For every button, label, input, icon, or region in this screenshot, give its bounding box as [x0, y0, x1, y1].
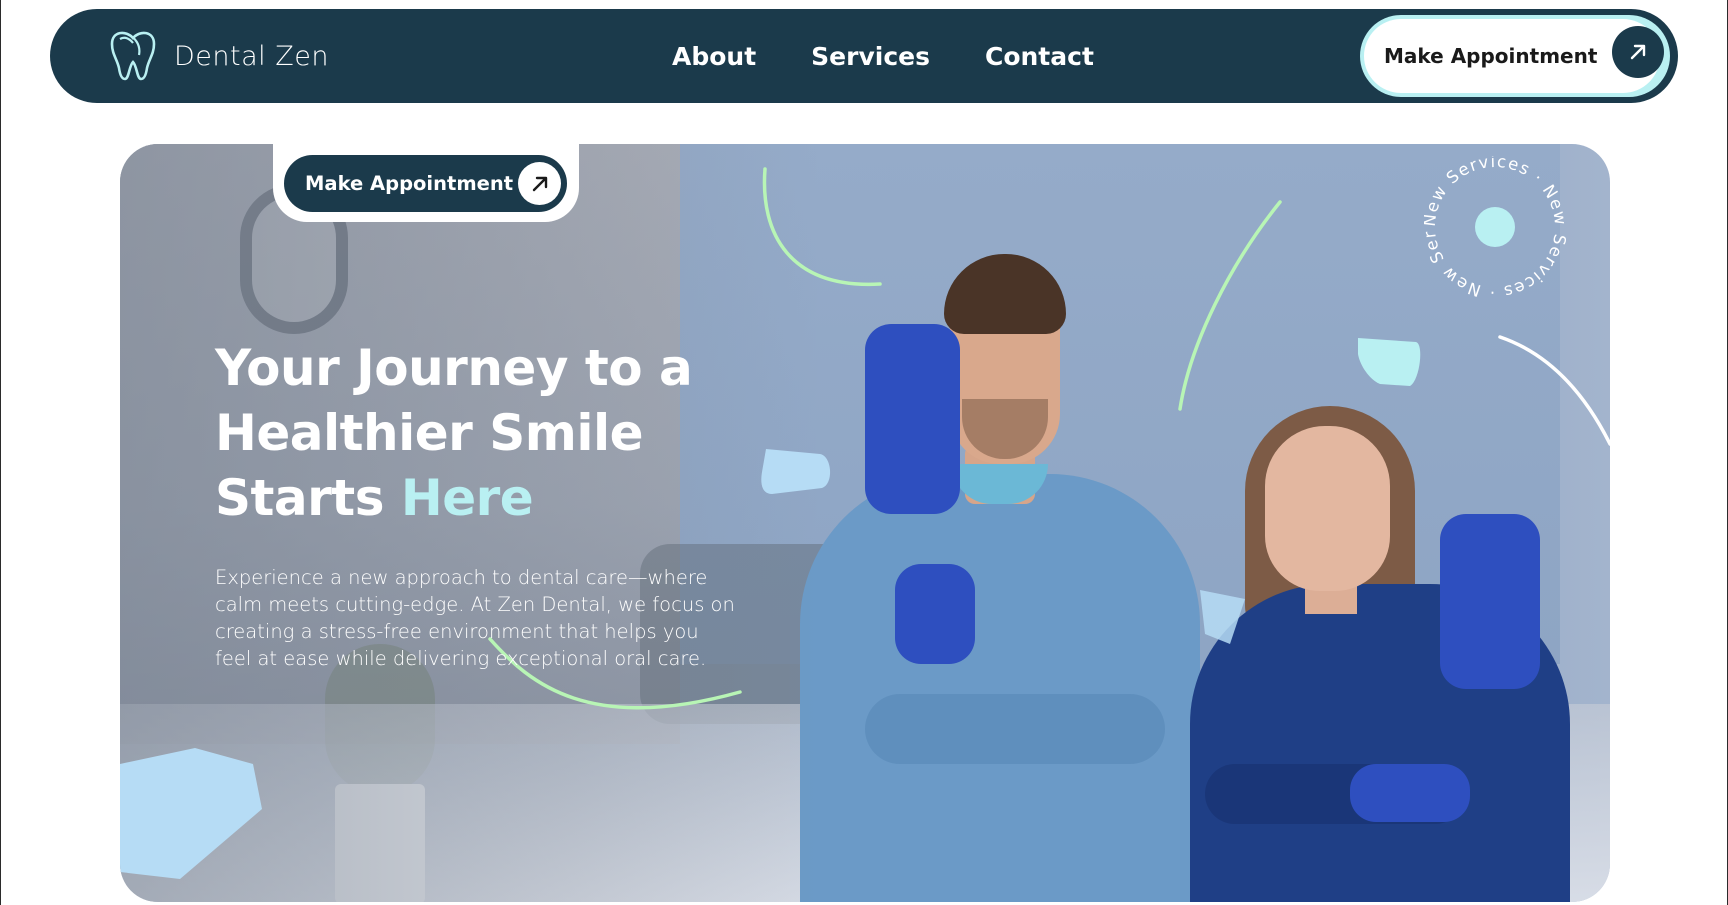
hero-title: Your Journey to a Healthier Smile Starts…	[215, 336, 775, 531]
tooth-icon	[104, 25, 162, 87]
nav-cta-label: Make Appointment	[1384, 44, 1598, 68]
navbar: Dental Zen About Services Contact Make A…	[50, 9, 1678, 103]
hero-description: Experience a new approach to dental care…	[215, 566, 735, 670]
hero-title-line-3: Starts	[215, 469, 401, 527]
arrow-up-right-icon	[518, 162, 561, 205]
nav-make-appointment-button[interactable]: Make Appointment	[1360, 15, 1670, 97]
brand-name: Dental Zen	[174, 40, 329, 72]
page-frame-left	[0, 0, 1, 905]
hero-title-line-1: Your Journey to a	[215, 339, 693, 397]
hero-title-line-2: Healthier Smile	[215, 404, 644, 462]
main-nav: About Services Contact	[672, 9, 1149, 103]
nav-contact[interactable]: Contact	[985, 42, 1094, 71]
nav-services[interactable]: Services	[811, 42, 930, 71]
arrow-up-right-icon	[1612, 26, 1664, 78]
badge-dot-icon	[1475, 207, 1515, 247]
hero-section: New Services · New Services · New Servic…	[120, 144, 1610, 902]
hero-title-accent: Here	[400, 469, 534, 527]
nav-about[interactable]: About	[672, 42, 756, 71]
new-services-badge: New Services · New Services · New Servic…	[1424, 156, 1566, 298]
hero-make-appointment-button[interactable]: Make Appointment	[284, 155, 567, 212]
hero-cta-label: Make Appointment	[305, 172, 514, 195]
brand[interactable]: Dental Zen	[104, 27, 329, 85]
